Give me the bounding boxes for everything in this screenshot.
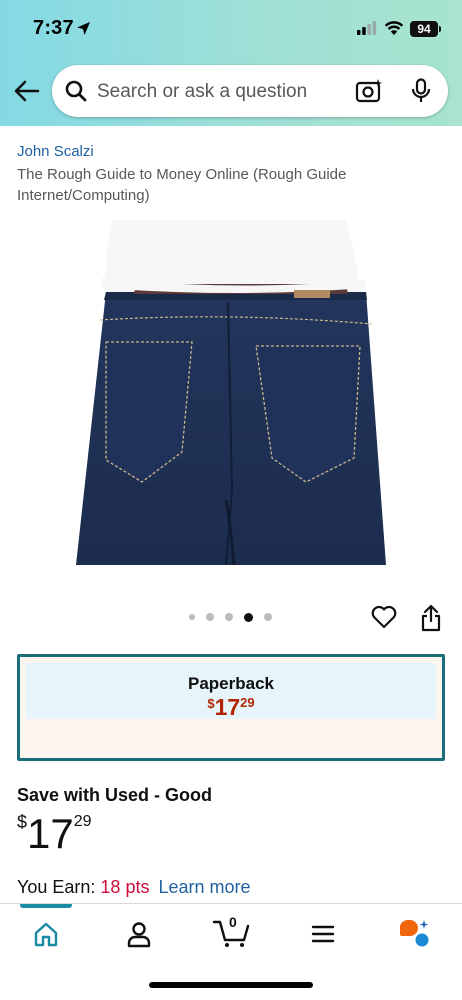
carousel-dot[interactable]	[225, 613, 233, 621]
microphone-icon[interactable]	[410, 78, 432, 104]
format-label: Paperback	[188, 674, 274, 693]
home-indicator	[149, 982, 313, 988]
cart-count: 0	[229, 914, 237, 930]
product-image[interactable]	[76, 220, 386, 565]
battery-tip	[439, 26, 441, 32]
used-price-whole: 17	[27, 810, 74, 857]
author-link[interactable]: John Scalzi	[17, 143, 94, 160]
battery-indicator: 94	[410, 21, 438, 37]
share-icon[interactable]	[420, 604, 442, 632]
used-offer-heading: Save with Used - Good	[17, 785, 213, 805]
rewards-line: You Earn: 18 pts Learn more	[17, 877, 251, 898]
status-time: 7:37	[33, 17, 74, 39]
format-price-currency: $	[207, 696, 215, 711]
carousel-dot[interactable]	[206, 613, 214, 621]
used-price-fraction: 29	[73, 813, 92, 830]
back-arrow-icon[interactable]	[12, 78, 42, 104]
format-option-paperback[interactable]: Paperback $1729	[17, 654, 445, 761]
used-price-currency: $	[17, 812, 28, 832]
location-arrow-icon	[77, 22, 90, 35]
used-price: $1729	[17, 810, 92, 858]
cellular-signal-icon	[357, 21, 377, 35]
product-title: The Rough Guide to Money Online (Rough G…	[17, 166, 347, 204]
format-option-header: Paperback $1729	[26, 663, 436, 721]
cart-button[interactable]: 0	[212, 914, 252, 948]
nav-active-indicator	[20, 904, 72, 908]
format-price-fraction: 29	[240, 695, 255, 710]
rufus-icon[interactable]	[396, 918, 432, 950]
carousel-dot[interactable]	[189, 614, 195, 620]
format-price-whole: 17	[214, 694, 241, 720]
menu-icon[interactable]	[305, 918, 341, 950]
carousel-dot[interactable]	[264, 613, 272, 621]
carousel-dot-active[interactable]	[244, 612, 253, 622]
header: 7:37 94 Search or ask a question	[0, 0, 462, 126]
search-input[interactable]: Search or ask a question	[97, 81, 307, 103]
search-icon	[65, 80, 87, 102]
wifi-icon	[384, 21, 404, 35]
account-icon[interactable]	[121, 918, 157, 950]
image-carousel-dots[interactable]	[189, 612, 272, 622]
heart-icon[interactable]	[370, 604, 398, 630]
format-price: $1729	[26, 694, 436, 721]
rewards-points: 18 pts	[100, 877, 150, 897]
learn-more-link[interactable]: Learn more	[158, 877, 250, 897]
search-bar[interactable]: Search or ask a question	[52, 65, 448, 117]
camera-search-icon[interactable]	[355, 78, 383, 104]
status-bar: 7:37 94	[0, 0, 462, 58]
rewards-label: You Earn:	[17, 877, 96, 897]
home-icon[interactable]	[28, 918, 64, 950]
